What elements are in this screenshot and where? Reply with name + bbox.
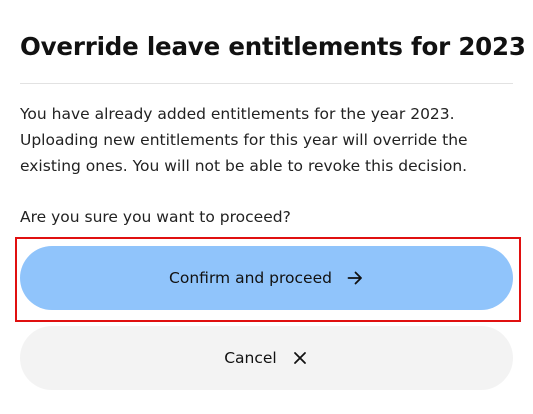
confirm-and-proceed-button[interactable]: Confirm and proceed bbox=[20, 246, 513, 310]
divider bbox=[20, 83, 513, 84]
close-icon bbox=[291, 349, 309, 367]
cancel-button[interactable]: Cancel bbox=[20, 326, 513, 390]
arrow-right-icon bbox=[346, 269, 364, 287]
confirm-button-label: Confirm and proceed bbox=[169, 269, 332, 287]
dialog-title: Override leave entitlements for 2023 bbox=[20, 32, 526, 61]
dialog-message: You have already added entitlements for … bbox=[20, 105, 468, 175]
cancel-button-label: Cancel bbox=[224, 349, 277, 367]
confirmation-question: Are you sure you want to proceed? bbox=[20, 208, 291, 226]
override-entitlements-dialog: Override leave entitlements for 2023 You… bbox=[0, 0, 533, 414]
